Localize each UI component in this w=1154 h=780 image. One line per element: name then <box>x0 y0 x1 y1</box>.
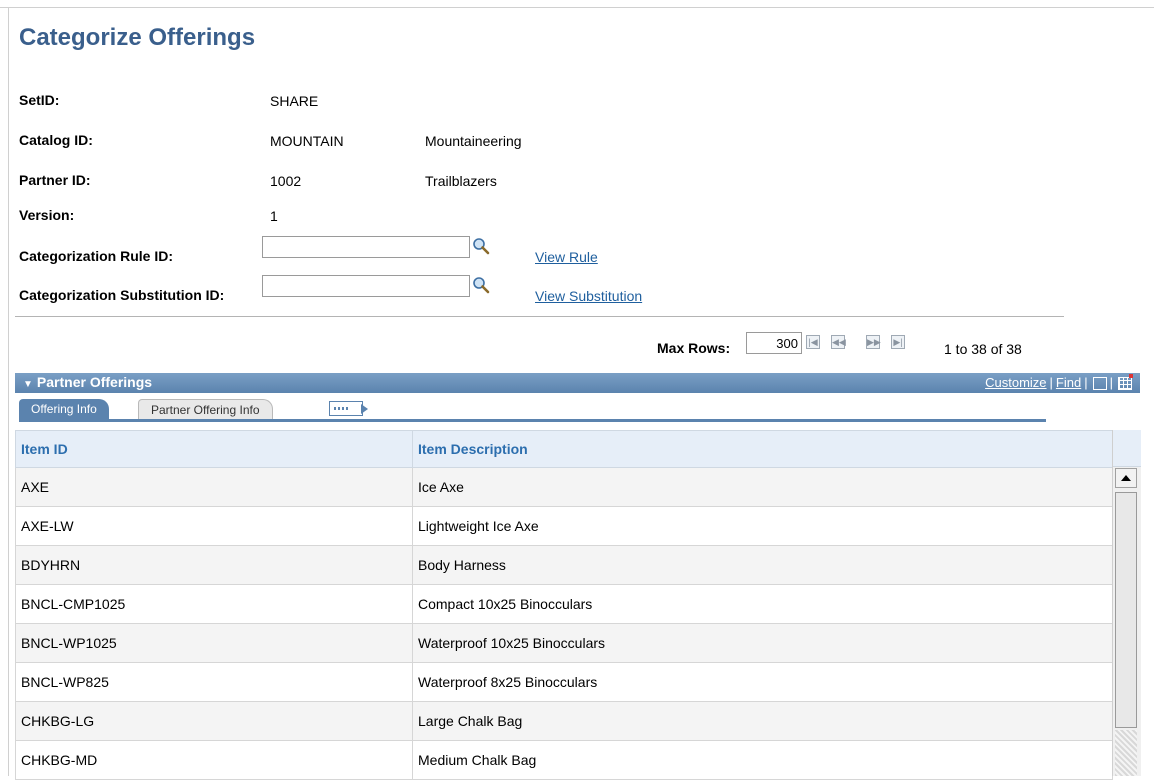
view-rule-link[interactable]: View Rule <box>535 249 598 265</box>
grid-header-bar: ▼ Partner Offerings Customize | Find | | <box>15 373 1140 393</box>
tab-underline <box>19 419 1046 422</box>
catalog-id-label: Catalog ID: <box>19 132 93 148</box>
max-rows-label: Max Rows: <box>657 340 731 356</box>
item-id-cell: CHKBG-MD <box>15 740 413 780</box>
next-page-icon[interactable]: ▶▶ <box>866 335 881 349</box>
item-id-cell: CHKBG-LG <box>15 701 413 741</box>
table-row: BDYHRN Body Harness <box>15 545 1113 585</box>
section-divider <box>15 316 1064 317</box>
tab-partner-offering-info[interactable]: Partner Offering Info <box>138 399 273 420</box>
item-description-cell: Ice Axe <box>412 467 1113 507</box>
page-title: Categorize Offerings <box>19 24 256 51</box>
scrollbar-thumb[interactable] <box>1115 492 1137 728</box>
item-description-cell: Lightweight Ice Axe <box>412 506 1113 546</box>
customize-link[interactable]: Customize <box>985 375 1046 390</box>
table-row: BNCL-WP1025 Waterproof 10x25 Binocculars <box>15 623 1113 663</box>
grid-title[interactable]: ▼ Partner Offerings <box>23 374 152 390</box>
item-id-cell: BNCL-CMP1025 <box>15 584 413 624</box>
categorization-substitution-label: Categorization Substitution ID: <box>19 287 225 303</box>
scrollbar-track[interactable] <box>1115 730 1137 776</box>
catalog-description: Mountaineering <box>425 133 522 149</box>
catalog-id-value: MOUNTAIN <box>270 133 344 149</box>
max-rows-input[interactable] <box>746 332 802 354</box>
grid-title-text: Partner Offerings <box>36 374 153 390</box>
categorization-rule-label: Categorization Rule ID: <box>19 248 174 264</box>
top-rule <box>0 7 1154 8</box>
scrollbar-header <box>1113 430 1141 467</box>
separator: | <box>1109 375 1113 390</box>
collapse-triangle-icon[interactable]: ▼ <box>23 379 33 390</box>
download-icon[interactable] <box>1118 374 1133 391</box>
rule-lookup-icon[interactable] <box>472 237 490 255</box>
item-description-cell: Body Harness <box>412 545 1113 585</box>
row-count: 1 to 38 of 38 <box>944 341 1022 357</box>
find-link[interactable]: Find <box>1056 375 1081 390</box>
partner-id-value: 1002 <box>270 173 302 189</box>
version-label: Version: <box>19 207 75 223</box>
first-page-icon[interactable]: |◀ <box>806 335 820 349</box>
separator: | <box>1049 375 1053 390</box>
table-row: BNCL-WP825 Waterproof 8x25 Binocculars <box>15 662 1113 702</box>
item-id-cell: AXE <box>15 467 413 507</box>
categorization-rule-input[interactable] <box>262 236 470 258</box>
categorization-substitution-input[interactable] <box>262 275 470 297</box>
setid-value: SHARE <box>270 93 319 109</box>
separator: | <box>1084 375 1088 390</box>
setid-label: SetID: <box>19 92 60 108</box>
table-row: CHKBG-MD Medium Chalk Bag <box>15 740 1113 780</box>
table-row: BNCL-CMP1025 Compact 10x25 Binocculars <box>15 584 1113 624</box>
partner-id-label: Partner ID: <box>19 172 91 188</box>
version-value: 1 <box>270 208 278 224</box>
show-all-columns-icon[interactable] <box>329 401 368 416</box>
column-header-item-id[interactable]: Item ID <box>15 430 413 468</box>
item-id-cell: BDYHRN <box>15 545 413 585</box>
grid-toolbar: Customize | Find | | <box>985 374 1133 391</box>
previous-page-icon[interactable]: ◀◀ <box>831 335 846 349</box>
item-id-cell: AXE-LW <box>15 506 413 546</box>
left-rule <box>8 7 9 776</box>
item-description-cell: Medium Chalk Bag <box>412 740 1113 780</box>
partner-description: Trailblazers <box>425 173 497 189</box>
table-row: AXE Ice Axe <box>15 467 1113 507</box>
substitution-lookup-icon[interactable] <box>472 276 490 294</box>
scroll-up-icon[interactable] <box>1115 468 1137 488</box>
tab-offering-info[interactable]: Offering Info <box>19 399 109 419</box>
offerings-grid: Item ID Item Description AXE Ice Axe AXE-… <box>15 430 1113 780</box>
view-substitution-link[interactable]: View Substitution <box>535 288 642 304</box>
item-description-cell: Waterproof 10x25 Binocculars <box>412 623 1113 663</box>
zoom-icon[interactable] <box>1092 377 1107 391</box>
grid-column-headers: Item ID Item Description <box>15 430 1113 468</box>
item-description-cell: Large Chalk Bag <box>412 701 1113 741</box>
grid-scrollbar[interactable] <box>1112 430 1141 776</box>
item-description-cell: Compact 10x25 Binocculars <box>412 584 1113 624</box>
column-header-item-description[interactable]: Item Description <box>412 430 1113 468</box>
item-description-cell: Waterproof 8x25 Binocculars <box>412 662 1113 702</box>
table-row: CHKBG-LG Large Chalk Bag <box>15 701 1113 741</box>
last-page-icon[interactable]: ▶| <box>891 335 905 349</box>
item-id-cell: BNCL-WP1025 <box>15 623 413 663</box>
table-row: AXE-LW Lightweight Ice Axe <box>15 506 1113 546</box>
item-id-cell: BNCL-WP825 <box>15 662 413 702</box>
grid-tabs: Offering Info Partner Offering Info <box>15 393 1140 425</box>
